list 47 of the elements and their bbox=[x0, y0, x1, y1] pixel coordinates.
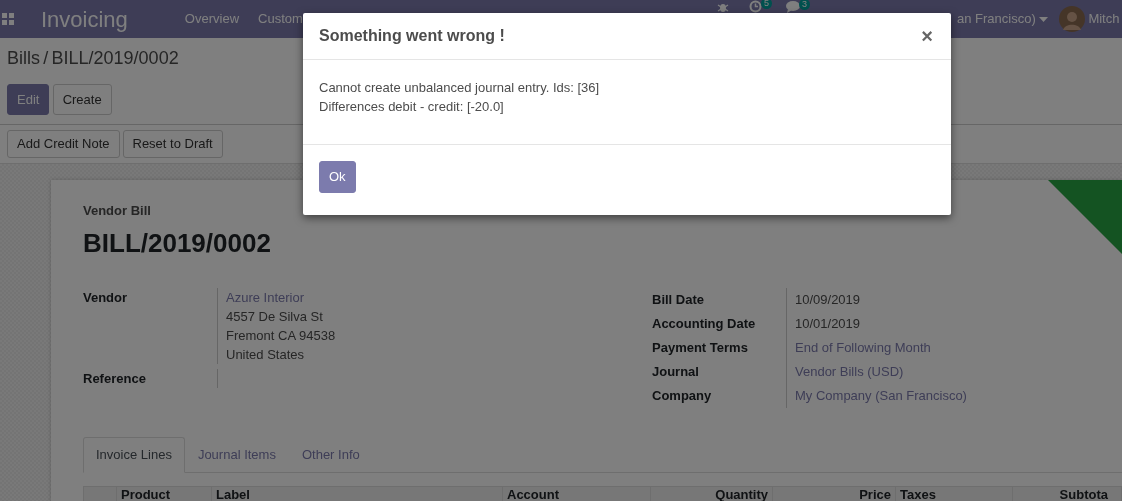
field-value: 10/01/2019 bbox=[795, 315, 861, 334]
tab[interactable]: Invoice Lines bbox=[83, 437, 185, 473]
field-link[interactable]: Azure Interior bbox=[226, 288, 336, 308]
company-switcher[interactable]: an Francisco) bbox=[957, 9, 1049, 29]
column-header[interactable]: Account bbox=[507, 486, 559, 501]
field-value: Fremont CA 94538 bbox=[226, 327, 336, 346]
column-header[interactable]: Product bbox=[121, 486, 171, 501]
action-button[interactable]: Add Credit Note bbox=[7, 130, 120, 158]
field-label: Company bbox=[652, 384, 787, 409]
tab[interactable]: Journal Items bbox=[184, 437, 289, 473]
tab[interactable]: Other Info bbox=[288, 437, 373, 473]
column-header[interactable]: Quantity bbox=[715, 486, 768, 501]
field-link[interactable]: Vendor Bills (USD) bbox=[795, 360, 904, 385]
count-badge: 3 bbox=[799, 0, 810, 10]
error-message: Cannot create unbalanced journal entry. Ids: [36] bbox=[319, 79, 601, 97]
column-header[interactable]: Subtota bbox=[1059, 486, 1108, 501]
menu-item[interactable]: Overview bbox=[184, 9, 240, 29]
breadcrumb-separator: / bbox=[43, 48, 49, 68]
field-value: United States bbox=[226, 346, 306, 365]
field-link[interactable]: My Company (San Francisco) bbox=[795, 384, 967, 409]
error-message: Differences debit - credit: [-20.0] bbox=[319, 98, 505, 116]
column-header[interactable]: Taxes bbox=[900, 486, 936, 501]
action-button[interactable]: Reset to Draft bbox=[122, 130, 223, 158]
field-label: Payment Terms bbox=[652, 336, 787, 361]
column-header[interactable]: Price bbox=[859, 486, 891, 501]
user-name[interactable]: Mitch bbox=[1088, 9, 1120, 29]
breadcrumb-current: BILL/2019/0002 bbox=[51, 48, 179, 68]
create-button[interactable]: Create bbox=[52, 83, 112, 115]
count-badge: 5 bbox=[761, 0, 772, 9]
document-type: Vendor Bill bbox=[83, 201, 152, 220]
field-label: Reference bbox=[83, 369, 218, 389]
column-header[interactable]: Label bbox=[216, 486, 250, 501]
field-label: Bill Date bbox=[652, 288, 787, 313]
field-value: 4557 De Silva St bbox=[226, 308, 324, 327]
field-label: Vendor bbox=[83, 288, 218, 365]
field-label: Journal bbox=[652, 360, 787, 385]
menu-item[interactable]: Custom bbox=[258, 9, 303, 29]
close-button[interactable]: × bbox=[919, 26, 935, 46]
field-label: Accounting Date bbox=[652, 312, 787, 337]
edit-button[interactable]: Edit bbox=[7, 83, 50, 115]
field-link[interactable]: End of Following Month bbox=[795, 336, 931, 361]
app-name: Invoicing bbox=[41, 5, 128, 34]
document-title: BILL/2019/0002 bbox=[83, 228, 272, 260]
field-value: 10/09/2019 bbox=[795, 291, 861, 310]
breadcrumb-link[interactable]: Bills bbox=[7, 48, 40, 68]
dialog-title: Something went wrong ! bbox=[319, 26, 505, 46]
ok-button[interactable]: Ok bbox=[319, 161, 356, 193]
